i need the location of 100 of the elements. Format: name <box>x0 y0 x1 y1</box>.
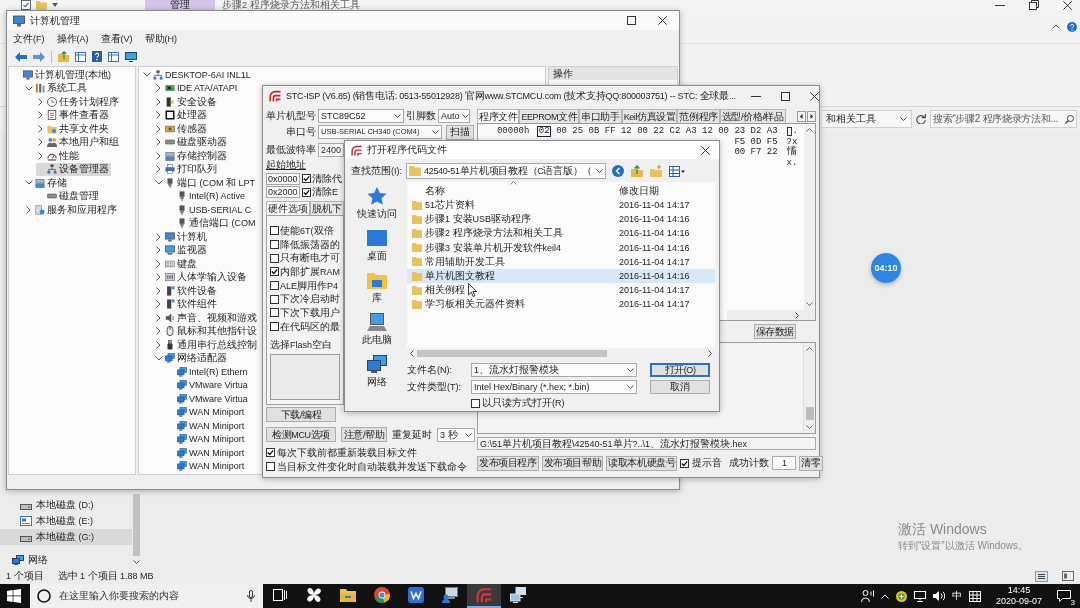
tab[interactable]: EEPROM文件 <box>519 109 580 123</box>
tree-item[interactable]: 软件设备 <box>154 284 219 298</box>
search-field[interactable]: 搜索“步骤2 程序烧录方法和... <box>930 110 1077 128</box>
tree-item[interactable]: 鼠标和其他指针设 <box>154 324 259 338</box>
tab[interactable]: 脱机下 <box>310 201 344 215</box>
file-row[interactable]: 单片机图文教程 2016-11-04 14:16 <box>407 268 715 284</box>
search-icon[interactable] <box>1065 114 1074 124</box>
tab[interactable]: 范例程序 <box>677 109 720 123</box>
nav-item[interactable]: 本地磁盘 (D:) <box>0 497 132 513</box>
chevron-right-icon[interactable] <box>38 97 43 106</box>
dropdown[interactable]: 3 秒 <box>437 427 475 442</box>
restore-icon[interactable] <box>1029 0 1039 10</box>
tab[interactable]: Keil仿真设置 <box>621 109 678 123</box>
checkbox[interactable] <box>270 226 279 236</box>
file-type-dropdown[interactable]: Intel Hex/Binary (*.hex; *.bin) <box>471 380 637 394</box>
action-button[interactable]: 发布项目程序 <box>477 455 539 471</box>
tree-item[interactable]: Intel(R) Active <box>166 189 248 203</box>
chevron-right-icon[interactable] <box>156 273 161 282</box>
menu-item[interactable]: 查看(V) <box>100 33 133 45</box>
tree-item[interactable]: WAN Miniport <box>166 405 247 419</box>
open-button[interactable]: 打开(O) <box>650 363 710 377</box>
check-options-button[interactable]: 检测MCU选项 <box>266 427 336 442</box>
checklist-icon[interactable] <box>21 0 31 10</box>
chevron-right-icon[interactable] <box>156 300 161 309</box>
checkbox[interactable] <box>302 174 311 183</box>
address-field[interactable]: 0x2000 <box>266 186 300 198</box>
file-row[interactable]: 步骤3 安装单片机开发软件keil4 2016-11-04 14:16 <box>407 240 715 255</box>
tree-item[interactable]: 网络适配器 <box>154 351 229 365</box>
chevron-right-icon[interactable] <box>795 311 799 319</box>
close-icon[interactable] <box>1063 0 1072 10</box>
search-box[interactable]: 在这里输入你要搜索的内容 <box>30 584 263 608</box>
help-icon[interactable] <box>1067 21 1077 32</box>
place-item[interactable]: 快速访问 <box>351 182 403 224</box>
folder-up-icon[interactable] <box>58 51 69 62</box>
nav-item[interactable]: 网络 <box>0 552 132 568</box>
caret-down-icon[interactable] <box>52 3 58 7</box>
place-item[interactable]: 库 <box>351 266 403 308</box>
checkbox[interactable] <box>270 322 279 332</box>
tree-item[interactable]: 安全设备 <box>154 95 219 109</box>
chevron-right-icon[interactable] <box>26 205 31 214</box>
help-icon[interactable] <box>92 51 102 62</box>
tree-item[interactable]: 磁盘管理 <box>36 189 101 203</box>
chevron-down-icon[interactable] <box>142 72 151 78</box>
action-button[interactable]: 发布项目帮助 <box>541 455 604 471</box>
tree-item[interactable]: 共享文件夹 <box>36 122 111 136</box>
checkbox[interactable] <box>266 462 275 471</box>
file-name-field[interactable]: 1、流水灯报警模块 <box>471 363 637 377</box>
chevron-right-icon[interactable] <box>156 313 161 322</box>
tree-item[interactable]: 端口 (COM 和 LPT <box>154 176 257 190</box>
chevron-right-icon[interactable] <box>156 124 161 133</box>
tree-item[interactable]: 性能 <box>36 149 81 163</box>
chevron-right-icon[interactable] <box>156 111 161 120</box>
dropdown[interactable]: STC89C52 <box>318 109 404 123</box>
chevron-right-icon[interactable] <box>156 138 161 147</box>
checkbox[interactable] <box>302 187 311 197</box>
chevron-right-icon[interactable] <box>156 165 161 174</box>
tree-item[interactable]: DESKTOP-6AI INL1L <box>142 68 253 82</box>
help-button[interactable]: 注意/帮助 <box>341 427 387 442</box>
scan-button[interactable]: 扫描 <box>446 124 474 140</box>
tree-item[interactable]: 计算机管理(本地) <box>12 68 113 82</box>
chevron-right-icon[interactable] <box>156 286 161 295</box>
address-field[interactable]: 和相关工具 <box>822 110 912 128</box>
nav-item[interactable]: 本地磁盘 (E:) <box>0 513 132 529</box>
tree-item[interactable]: USB-SERIAL C <box>166 203 254 217</box>
search-field[interactable]: 在这里输入你要搜索的内容 <box>59 590 239 602</box>
place-item[interactable]: 桌面 <box>351 224 403 266</box>
menu-item[interactable]: 文件(F) <box>13 33 45 45</box>
file-row[interactable]: 步骤2 程序烧录方法和相关工具 2016-11-04 14:16 <box>407 226 715 241</box>
chevron-down-icon[interactable] <box>806 425 813 429</box>
tree-item[interactable]: 键盘 <box>154 257 199 271</box>
tab[interactable]: 选型/价格/样品 <box>719 109 786 123</box>
close-icon[interactable] <box>658 16 667 25</box>
save-button[interactable]: 保存数据 <box>753 324 796 339</box>
tree-item[interactable]: VMware Virtua <box>166 378 250 392</box>
chevron-right-icon[interactable] <box>708 349 712 357</box>
microphone-icon[interactable] <box>247 590 255 602</box>
download-button[interactable]: 下载/编程 <box>266 407 336 422</box>
place-item[interactable]: 此电脑 <box>351 308 403 350</box>
tree-item[interactable]: VMware Virtua <box>166 392 250 406</box>
cancel-button[interactable]: 取消 <box>650 380 710 394</box>
file-row[interactable]: 步骤1 安装USB驱动程序 2016-11-04 14:16 <box>407 212 715 227</box>
dropdown[interactable]: 2400 <box>318 143 344 157</box>
tree-item[interactable]: 存储 <box>24 176 69 190</box>
place-item[interactable]: 网络 <box>351 350 403 392</box>
tree-item[interactable]: WAN Miniport <box>166 432 247 446</box>
tree-item[interactable]: 声音、视频和游戏 <box>154 311 259 325</box>
checkbox[interactable] <box>270 267 279 277</box>
back-icon[interactable] <box>612 165 624 177</box>
tree-item[interactable]: WAN Miniport <box>166 446 247 460</box>
tree-item[interactable]: 打印队列 <box>154 162 219 176</box>
monitor-icon[interactable] <box>125 51 137 62</box>
chevron-right-icon[interactable] <box>38 124 43 133</box>
tree-item[interactable]: WAN Miniport <box>166 459 247 473</box>
back-arrow-icon[interactable] <box>15 51 27 62</box>
tree-item[interactable]: 服务和应用程序 <box>24 203 119 217</box>
tree-item[interactable]: WAN Miniport <box>166 419 247 433</box>
file-row[interactable]: 51芯片资料 2016-11-04 14:17 <box>407 198 715 213</box>
chevron-down-icon[interactable] <box>133 560 140 564</box>
menu-item[interactable]: 帮助(H) <box>144 33 177 45</box>
keyboard-grid-icon[interactable] <box>968 590 981 602</box>
